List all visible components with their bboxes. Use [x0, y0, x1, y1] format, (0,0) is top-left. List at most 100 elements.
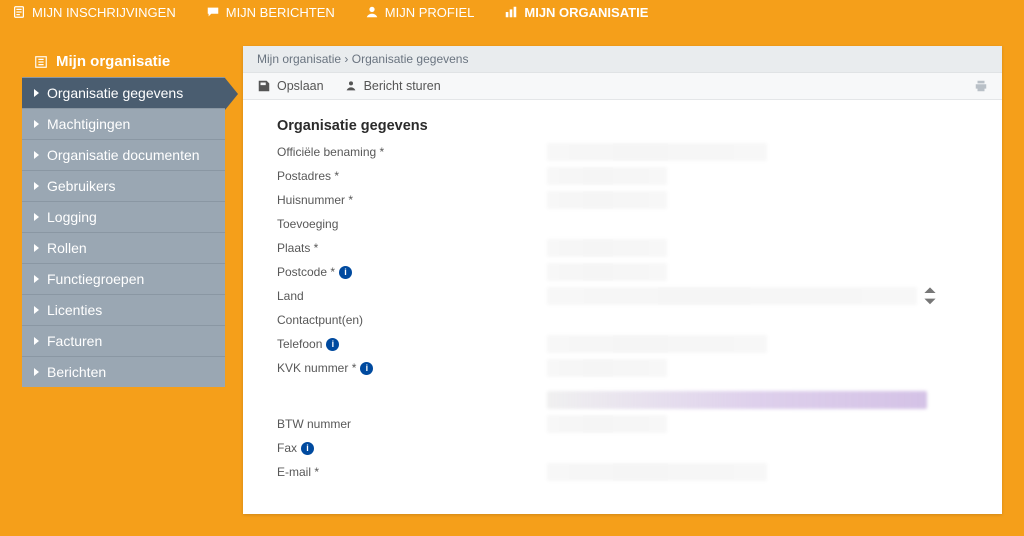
send-label: Bericht sturen — [364, 79, 441, 93]
nav-messages[interactable]: MIJN BERICHTEN — [206, 5, 335, 20]
sidebar-item-label: Gebruikers — [47, 178, 115, 194]
info-icon[interactable]: i — [360, 362, 373, 375]
chevron-right-icon — [34, 182, 39, 190]
sidebar-item-label: Machtigingen — [47, 116, 130, 132]
row-official-name: Officiële benaming * — [277, 140, 968, 164]
sidebar-item-documents[interactable]: Organisatie documenten — [22, 139, 225, 170]
breadcrumb-current: Organisatie gegevens — [352, 52, 469, 66]
nav-label: MIJN INSCHRIJVINGEN — [32, 5, 176, 20]
label-postcode: Postcode * — [277, 265, 335, 279]
org-icon — [34, 55, 48, 69]
row-contact-points: Contactpunt(en) — [277, 308, 968, 332]
row-kvk: KVK nummer * i — [277, 356, 968, 380]
label-addition: Toevoeging — [277, 217, 338, 231]
save-label: Opslaan — [277, 79, 324, 93]
input-official-name[interactable] — [547, 143, 767, 161]
sidebar-item-messages[interactable]: Berichten — [22, 356, 225, 387]
row-phone: Telefoon i — [277, 332, 968, 356]
select-country[interactable] — [547, 287, 917, 305]
row-country: Land — [277, 284, 968, 308]
row-city: Plaats * — [277, 236, 968, 260]
chevron-right-icon — [34, 337, 39, 345]
sidebar-item-label: Organisatie gegevens — [47, 85, 183, 101]
person-icon — [365, 5, 379, 19]
sidebar-item-label: Logging — [47, 209, 97, 225]
send-message-button[interactable]: Bericht sturen — [344, 79, 441, 93]
save-button[interactable]: Opslaan — [257, 79, 324, 93]
row-addition: Toevoeging — [277, 212, 968, 236]
nav-organisation[interactable]: MIJN ORGANISATIE — [504, 5, 648, 20]
label-postal-address: Postadres * — [277, 169, 339, 183]
label-email: E-mail * — [277, 465, 319, 479]
input-btw[interactable] — [547, 415, 667, 433]
chevron-right-icon — [34, 368, 39, 376]
sidebar-item-function-groups[interactable]: Functiegroepen — [22, 263, 225, 294]
chat-icon — [206, 5, 220, 19]
label-official-name: Officiële benaming * — [277, 145, 384, 159]
nav-label: MIJN PROFIEL — [385, 5, 475, 20]
nav-profile[interactable]: MIJN PROFIEL — [365, 5, 475, 20]
sidebar-item-licenses[interactable]: Licenties — [22, 294, 225, 325]
content-shell: Mijn organisatie Organisatie gegevens Ma… — [0, 24, 1024, 536]
chevron-right-icon — [34, 306, 39, 314]
breadcrumb-sep: › — [344, 52, 348, 66]
nav-inscriptions[interactable]: MIJN INSCHRIJVINGEN — [12, 5, 176, 20]
sidebar-item-label: Organisatie documenten — [47, 147, 200, 163]
input-postal-address[interactable] — [547, 167, 667, 185]
info-icon[interactable]: i — [326, 338, 339, 351]
label-contact-points: Contactpunt(en) — [277, 313, 363, 327]
print-button[interactable] — [974, 79, 988, 93]
main-panel: Mijn organisatie › Organisatie gegevens … — [243, 46, 1002, 514]
save-icon — [257, 79, 271, 93]
dropdown-caret-icon[interactable] — [923, 289, 937, 303]
sidebar-item-org-data[interactable]: Organisatie gegevens — [22, 77, 225, 108]
row-email: E-mail * — [277, 460, 968, 484]
input-postcode[interactable] — [547, 263, 667, 281]
nav-label: MIJN BERICHTEN — [226, 5, 335, 20]
input-city[interactable] — [547, 239, 667, 257]
row-postcode: Postcode * i — [277, 260, 968, 284]
form-title: Organisatie gegevens — [277, 118, 968, 134]
chevron-right-icon — [34, 151, 39, 159]
sidebar-item-label: Rollen — [47, 240, 87, 256]
sidebar-group-title: Mijn organisatie — [22, 46, 225, 77]
sidebar-group-label: Mijn organisatie — [56, 53, 170, 70]
label-house-number: Huisnummer * — [277, 193, 353, 207]
sidebar: Mijn organisatie Organisatie gegevens Ma… — [22, 46, 225, 387]
label-city: Plaats * — [277, 241, 318, 255]
chevron-right-icon — [34, 89, 39, 97]
input-phone[interactable] — [547, 335, 767, 353]
top-nav: MIJN INSCHRIJVINGEN MIJN BERICHTEN MIJN … — [12, 0, 648, 24]
nav-label: MIJN ORGANISATIE — [524, 5, 648, 20]
sidebar-item-roles[interactable]: Rollen — [22, 232, 225, 263]
sidebar-item-logging[interactable]: Logging — [22, 201, 225, 232]
sidebar-item-users[interactable]: Gebruikers — [22, 170, 225, 201]
chart-icon — [504, 5, 518, 19]
chevron-right-icon — [34, 275, 39, 283]
input-house-number[interactable] — [547, 191, 667, 209]
send-icon — [344, 79, 358, 93]
printer-icon — [974, 79, 988, 93]
label-phone: Telefoon — [277, 337, 322, 351]
chevron-right-icon — [34, 213, 39, 221]
chevron-right-icon — [34, 120, 39, 128]
breadcrumb-root[interactable]: Mijn organisatie — [257, 52, 341, 66]
label-kvk: KVK nummer * — [277, 361, 356, 375]
label-btw: BTW nummer — [277, 417, 351, 431]
top-nav-bar: MIJN INSCHRIJVINGEN MIJN BERICHTEN MIJN … — [0, 0, 1024, 24]
info-icon[interactable]: i — [301, 442, 314, 455]
label-country: Land — [277, 289, 304, 303]
row-btw: BTW nummer — [277, 412, 968, 436]
sidebar-item-label: Facturen — [47, 333, 102, 349]
breadcrumb: Mijn organisatie › Organisatie gegevens — [243, 46, 1002, 73]
row-extra — [277, 388, 968, 412]
sidebar-item-invoices[interactable]: Facturen — [22, 325, 225, 356]
input-kvk[interactable] — [547, 359, 667, 377]
sidebar-item-authorizations[interactable]: Machtigingen — [22, 108, 225, 139]
sidebar-item-label: Functiegroepen — [47, 271, 144, 287]
info-icon[interactable]: i — [339, 266, 352, 279]
input-extra[interactable] — [547, 391, 927, 409]
form: Organisatie gegevens Officiële benaming … — [243, 100, 1002, 514]
input-email[interactable] — [547, 463, 767, 481]
row-house-number: Huisnummer * — [277, 188, 968, 212]
